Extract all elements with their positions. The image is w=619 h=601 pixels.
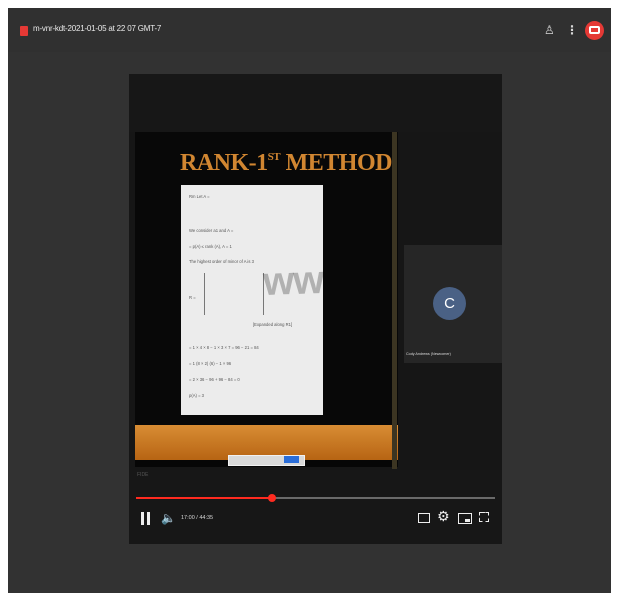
slide-title: RANK-1ST METHOD bbox=[180, 150, 392, 177]
fullscreen-icon[interactable] bbox=[479, 512, 489, 522]
video-player[interactable]: RANK-1ST METHOD Rm Let A = We consider a… bbox=[129, 74, 502, 544]
participant-name: Cody Andrews (Newcomer) bbox=[406, 352, 451, 356]
shared-slide: RANK-1ST METHOD Rm Let A = We consider a… bbox=[135, 132, 398, 467]
slide-line: [Expanded along R1] bbox=[253, 322, 293, 327]
captions-icon[interactable] bbox=[418, 513, 430, 523]
slide-line: = 2 × 36 − 96 + 96 − 84 = 0 bbox=[189, 377, 240, 382]
time-display: 17:00 / 44:35 bbox=[181, 515, 214, 521]
file-title: m-vnr-kdt-2021-01-05 at 22 07 GMT-7 bbox=[33, 24, 162, 33]
record-video-icon[interactable] bbox=[585, 21, 604, 40]
gear-icon[interactable]: ⚙ bbox=[437, 509, 450, 523]
volume-icon[interactable]: 🔈 bbox=[161, 512, 176, 524]
slide-line: = 1 × 4 × 8 − 1 × 3 × 7 = 96 − 21 = 84 bbox=[189, 345, 259, 350]
slide-watermark: www.italy bbox=[262, 253, 323, 305]
participant-avatar: C bbox=[433, 287, 466, 320]
seek-progress bbox=[136, 497, 273, 499]
slide-line: p(A) = 3 bbox=[189, 393, 205, 398]
top-bar: m-vnr-kdt-2021-01-05 at 22 07 GMT-7 ♙ ⋮ bbox=[8, 8, 611, 52]
slide-line: We consider a1 and A = bbox=[189, 228, 234, 233]
slide-background: RANK-1ST METHOD Rm Let A = We consider a… bbox=[135, 132, 398, 425]
slide-border bbox=[392, 132, 397, 469]
more-vertical-icon[interactable]: ⋮ bbox=[566, 24, 578, 36]
matrix-bracket bbox=[204, 273, 264, 315]
slide-title-superscript: ST bbox=[267, 151, 281, 163]
slide-title-suffix: METHOD bbox=[285, 150, 393, 176]
seek-handle[interactable] bbox=[268, 494, 277, 502]
slide-line: = p(A) ≤ rank (A), A = 1 bbox=[189, 244, 232, 249]
file-icon bbox=[20, 26, 28, 36]
participant-tile: C Cody Andrews (Newcomer) bbox=[404, 245, 502, 363]
slide-title-main: RANK-1 bbox=[180, 150, 268, 176]
slide-line: = 1 (8 × 2) (6) − 1 × 96 bbox=[189, 361, 232, 366]
miniplayer-icon[interactable] bbox=[458, 513, 472, 524]
video-progress-label: FIDE bbox=[137, 472, 149, 478]
player-controls: FIDE 🔈 17:00 / 44:35 ⚙ bbox=[129, 470, 502, 544]
slide-dialog-button bbox=[284, 456, 299, 463]
video-top-black bbox=[129, 74, 502, 132]
slide-line: Rm Let A = bbox=[189, 194, 210, 199]
pause-icon[interactable] bbox=[141, 512, 150, 525]
video-viewer-window: m-vnr-kdt-2021-01-05 at 22 07 GMT-7 ♙ ⋮ … bbox=[8, 8, 611, 593]
share-person-icon[interactable]: ♙ bbox=[544, 24, 555, 36]
slide-notes: Rm Let A = We consider a1 and A = = p(A)… bbox=[181, 185, 323, 415]
